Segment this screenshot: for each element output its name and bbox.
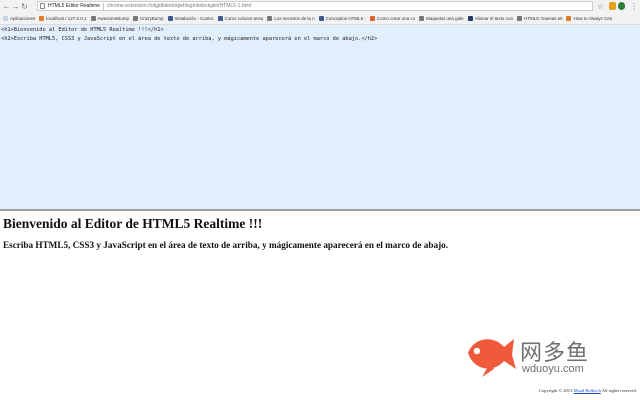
browser-toolbar: ← → ↻ HTML5 Editor Realtime chrome-exten… (0, 0, 640, 13)
bookmark-item[interactable]: CrazyBump (132, 16, 164, 21)
favicon-icon (467, 16, 473, 21)
bookmark-item[interactable]: Alinear el texto con (467, 16, 513, 21)
watermark: 网多鱼 wduoyu.com (460, 329, 630, 379)
copyright-footer: Copyright © 2013 Moad Belkoch All rights… (539, 388, 637, 393)
favicon-icon (419, 16, 425, 21)
forward-arrow-icon[interactable]: → (11, 1, 20, 12)
bookmark-label: Los secretos de la n (274, 16, 315, 21)
address-bar[interactable]: HTML5 Editor Realtime chrome-extension:/… (37, 1, 593, 11)
bookmark-label: Instalación - Contro (174, 16, 214, 21)
bookmarks-bar: Aplicaciones localhost / 127.0.0.1 Awesome… (0, 13, 640, 25)
favicon-icon (217, 16, 223, 21)
bookmark-item[interactable]: How to Always Cen (566, 16, 612, 21)
bookmark-label: Como colocar texto (224, 16, 264, 21)
favicon-icon (516, 16, 522, 21)
reload-icon[interactable]: ↻ (20, 1, 29, 12)
bookmark-label: Conceptos HTML5 - (325, 16, 366, 21)
back-arrow-icon[interactable]: ← (2, 1, 11, 12)
fish-logo-icon (468, 339, 516, 377)
apps-grid-icon (3, 16, 8, 21)
favicon-icon (132, 16, 138, 21)
bookmark-label: AwesomeBump (97, 16, 129, 21)
favicon-icon (90, 16, 96, 21)
code-editor[interactable]: <h1>Bienvenido al Editor de HTML5 Realti… (0, 25, 640, 211)
bookmark-label: localhost / 127.0.0.1 (46, 16, 87, 21)
extension-shield-icon[interactable] (618, 2, 625, 10)
bookmark-item[interactable]: Los secretos de la n (267, 16, 315, 21)
favicon-icon (267, 16, 273, 21)
watermark-domain: wduoyu.com (522, 363, 584, 375)
preview-heading: Bienvenido al Editor de HTML5 Realtime !… (3, 216, 263, 231)
bookmark-star-icon[interactable]: ☆ (597, 1, 604, 12)
menu-kebab-icon[interactable]: ⋮ (630, 1, 638, 12)
address-bar-title: HTML5 Editor Realtime (48, 3, 100, 9)
code-line: <h2>Escriba HTML5, CSS3 y JavaScript en … (1, 36, 378, 42)
bookmark-item[interactable]: Instalación - Contro (167, 16, 214, 21)
address-bar-separator (102, 2, 104, 10)
favicon-icon (318, 16, 324, 21)
favicon-icon (566, 16, 572, 21)
favicon-icon (369, 16, 375, 21)
extension-icon[interactable] (609, 2, 616, 10)
preview-subheading: Escriba HTML5, CSS3 y JavaScript en el á… (3, 240, 449, 250)
page-icon (40, 3, 45, 9)
bookmark-item[interactable]: Como colocar texto (217, 16, 264, 21)
bookmark-label: CrazyBump (139, 16, 164, 21)
bookmark-label: Maquetar una gale (426, 16, 464, 21)
bookmark-item[interactable]: Como crear una co (369, 16, 416, 21)
author-link[interactable]: Moad Belkoch (574, 388, 601, 393)
bookmark-item[interactable]: HTML5: Nuevas eti (516, 16, 563, 21)
bookmark-item[interactable]: Maquetar una gale (419, 16, 464, 21)
favicon-icon (39, 16, 45, 21)
address-bar-url: chrome-extension://ofgjdbdedckjlehfagmbn… (106, 3, 252, 9)
copyright-suffix: All rights reserved. (601, 388, 637, 393)
bookmark-label: How to Always Cen (573, 16, 613, 21)
bookmark-item[interactable]: Conceptos HTML5 - (318, 16, 366, 21)
bookmark-item[interactable]: localhost / 127.0.0.1 (39, 16, 87, 21)
bookmark-label: HTML5: Nuevas eti (523, 16, 563, 21)
favicon-icon (167, 16, 173, 21)
bookmark-label: Aplicaciones (10, 16, 36, 21)
copyright-prefix: Copyright © 2013 (538, 388, 573, 393)
bookmark-label: Alinear el texto con (474, 16, 513, 21)
code-line: <h1>Bienvenido al Editor de HTML5 Realti… (1, 27, 164, 33)
bookmark-item[interactable]: Aplicaciones (3, 16, 35, 21)
bookmark-item[interactable]: AwesomeBump (90, 16, 129, 21)
bookmark-label: Como crear una co (376, 16, 416, 21)
